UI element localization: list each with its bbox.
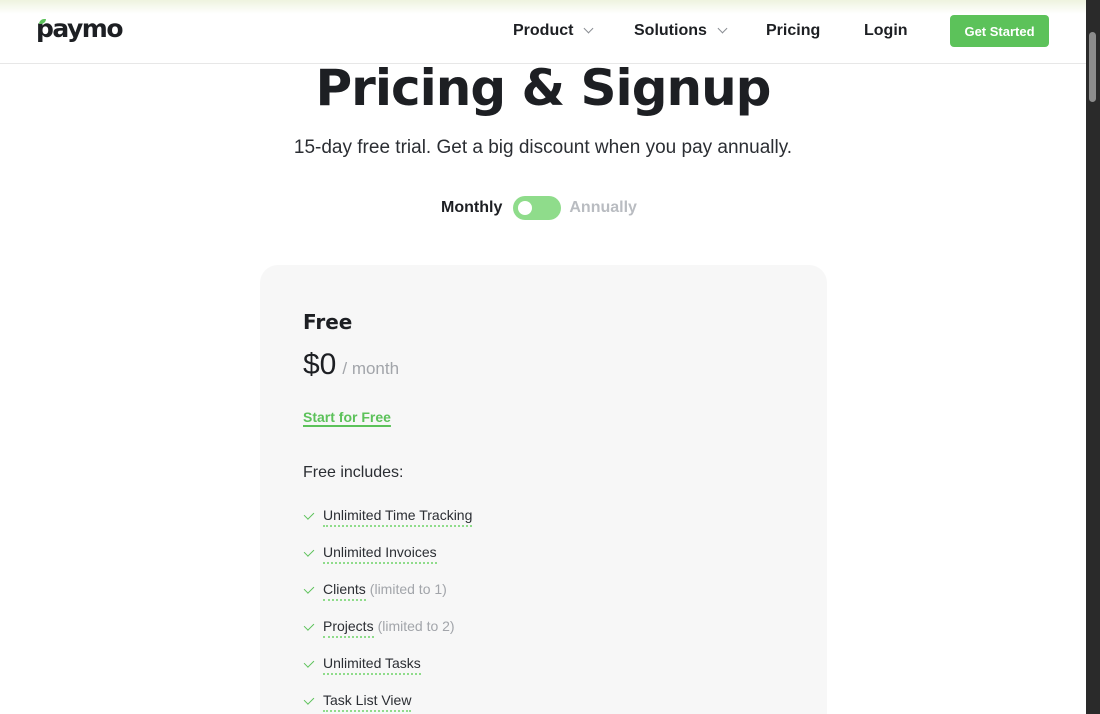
plan-price: $0 bbox=[303, 348, 337, 381]
plan-name: Free bbox=[303, 310, 353, 334]
feature-item: Unlimited Invoices bbox=[303, 544, 472, 581]
get-started-button[interactable]: Get Started bbox=[950, 15, 1049, 47]
feature-label[interactable]: Unlimited Time Tracking bbox=[323, 507, 473, 527]
nav-product-label: Product bbox=[513, 22, 574, 39]
nav-login[interactable]: Login bbox=[864, 18, 908, 44]
feature-label[interactable]: Projects bbox=[323, 618, 374, 638]
feature-label[interactable]: Clients bbox=[323, 581, 366, 601]
feature-list: Unlimited Time Tracking Unlimited Invoic… bbox=[303, 507, 473, 714]
feature-item: Unlimited Time Tracking bbox=[303, 507, 473, 544]
feature-note: (limited to 1) bbox=[369, 581, 447, 597]
toggle-knob bbox=[518, 201, 533, 215]
feature-label[interactable]: Task List View bbox=[323, 692, 412, 712]
check-icon bbox=[303, 509, 315, 520]
paymo-logo[interactable]: paymo bbox=[36, 14, 124, 46]
page-title: Pricing & Signup bbox=[315, 59, 772, 117]
billing-annually-label[interactable]: Annually bbox=[569, 199, 637, 217]
feature-label[interactable]: Unlimited Invoices bbox=[323, 544, 437, 564]
feature-note: (limited to 2) bbox=[377, 618, 455, 634]
plan-period: / month bbox=[342, 359, 400, 378]
feature-label[interactable]: Unlimited Tasks bbox=[323, 655, 421, 675]
billing-toggle-row: Monthly Annually bbox=[0, 196, 1086, 220]
nav-product[interactable]: Product bbox=[513, 18, 594, 44]
check-icon bbox=[303, 694, 315, 705]
chevron-down-icon bbox=[717, 23, 728, 34]
check-icon bbox=[303, 620, 315, 631]
billing-monthly-label[interactable]: Monthly bbox=[441, 199, 502, 217]
page-viewport: paymo Product Solutions Pricing Login Ge… bbox=[0, 0, 1086, 714]
nav-pricing-label: Pricing bbox=[766, 22, 821, 39]
nav-solutions-label: Solutions bbox=[634, 22, 707, 39]
plan-price-row: $0 / month bbox=[303, 348, 399, 382]
page-subtitle: 15-day free trial. Get a big discount wh… bbox=[293, 137, 793, 158]
nav-pricing[interactable]: Pricing bbox=[766, 18, 820, 44]
site-header: paymo Product Solutions Pricing Login Ge… bbox=[0, 0, 1086, 64]
nav-solutions[interactable]: Solutions bbox=[634, 18, 728, 44]
check-icon bbox=[303, 546, 315, 557]
feature-item: Task List View bbox=[303, 692, 472, 714]
plan-includes-heading: Free includes: bbox=[303, 464, 404, 481]
scrollbar-thumb[interactable] bbox=[1089, 32, 1096, 102]
billing-toggle-switch[interactable] bbox=[513, 196, 562, 220]
chevron-down-icon bbox=[584, 23, 594, 34]
feature-item: Projects (limited to 2) bbox=[303, 618, 472, 655]
start-for-free-link[interactable]: Start for Free bbox=[303, 409, 391, 425]
nav-login-label: Login bbox=[864, 22, 908, 39]
page-scrollbar[interactable] bbox=[1086, 0, 1100, 714]
check-icon bbox=[303, 583, 315, 594]
plan-card-free: Free $0 / month Start for Free Free incl… bbox=[260, 265, 827, 714]
feature-item: Clients (limited to 1) bbox=[303, 581, 472, 618]
feature-item: Unlimited Tasks bbox=[303, 655, 472, 692]
check-icon bbox=[303, 657, 315, 668]
logo-text: paymo bbox=[36, 14, 124, 43]
